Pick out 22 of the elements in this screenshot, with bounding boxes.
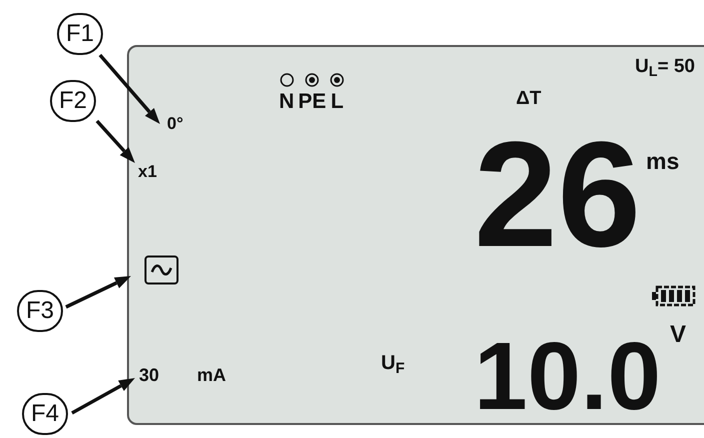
touch-voltage-limit: U$_{L}$= 50 [635,57,695,76]
callout-label: F3 [17,290,63,332]
callout-label: F2 [50,80,96,122]
fault-voltage-label: U$_{F}$ [381,353,405,373]
callout-label: F4 [22,393,68,435]
terminal-label: N [279,91,294,112]
sine-wave-icon [144,255,179,285]
current-value: 30 [139,366,160,384]
terminal-label: PE [298,91,326,112]
multiplier: x1 [138,163,157,180]
battery-icon [652,285,696,307]
current-unit: mA [197,366,226,384]
delta-t-label: ΔT [516,89,542,108]
callout-arrow [71,378,135,415]
phase-angle: 0° [167,115,184,132]
time-unit: ms [646,150,680,173]
callout-arrow [65,276,131,309]
voltage-unit: V [670,323,686,347]
callout-label: F1 [57,13,103,55]
trip-time-reading: 26 [474,119,641,269]
voltage-reading: 10.0 [474,329,661,425]
terminal-label: L [330,91,344,112]
